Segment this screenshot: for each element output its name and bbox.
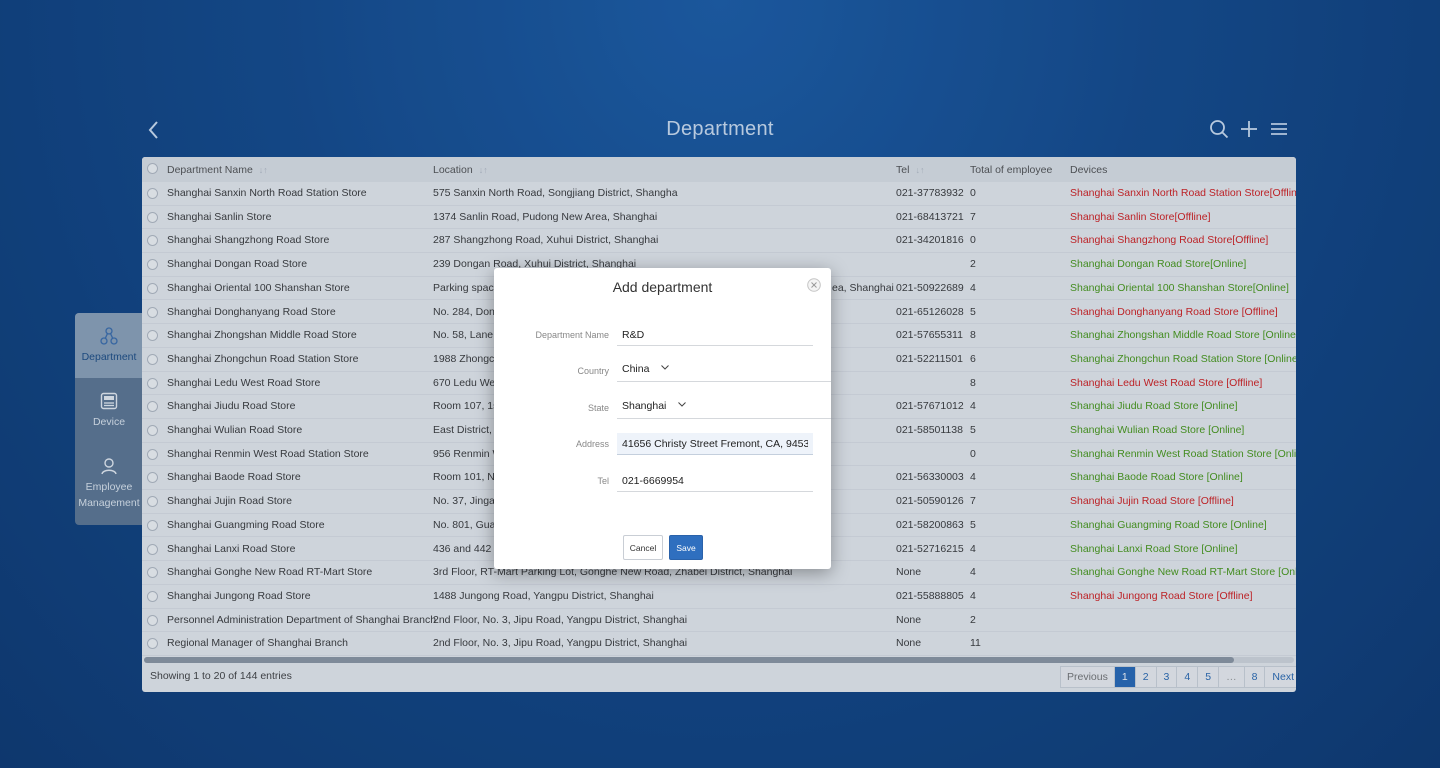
state-row: State Shanghai	[494, 397, 831, 419]
state-select[interactable]: Shanghai	[617, 397, 831, 419]
state-label: State	[587, 403, 609, 413]
department-name-field[interactable]	[617, 324, 813, 346]
address-field[interactable]	[617, 433, 813, 455]
department-name-row: Department Name	[494, 324, 831, 346]
state-value: Shanghai	[622, 400, 667, 412]
country-value: China	[622, 363, 650, 375]
tel-field[interactable]	[617, 470, 813, 492]
tel-label: Tel	[597, 476, 609, 486]
country-select[interactable]: China	[617, 360, 831, 382]
country-label: Country	[577, 366, 609, 376]
save-button[interactable]: Save	[669, 535, 703, 560]
close-icon[interactable]	[807, 278, 821, 292]
country-row: Country China	[494, 360, 831, 382]
cancel-button[interactable]: Cancel	[623, 535, 663, 560]
chevron-down-icon	[661, 365, 670, 370]
tel-row: Tel	[494, 470, 831, 492]
address-label: Address	[575, 439, 609, 449]
department-name-label: Department Name	[535, 330, 609, 340]
dialog-title: Add department	[612, 279, 713, 295]
add-department-dialog: Add department Department Name Country C…	[494, 268, 831, 569]
chevron-down-icon	[678, 402, 687, 407]
address-row: Address	[494, 433, 831, 455]
